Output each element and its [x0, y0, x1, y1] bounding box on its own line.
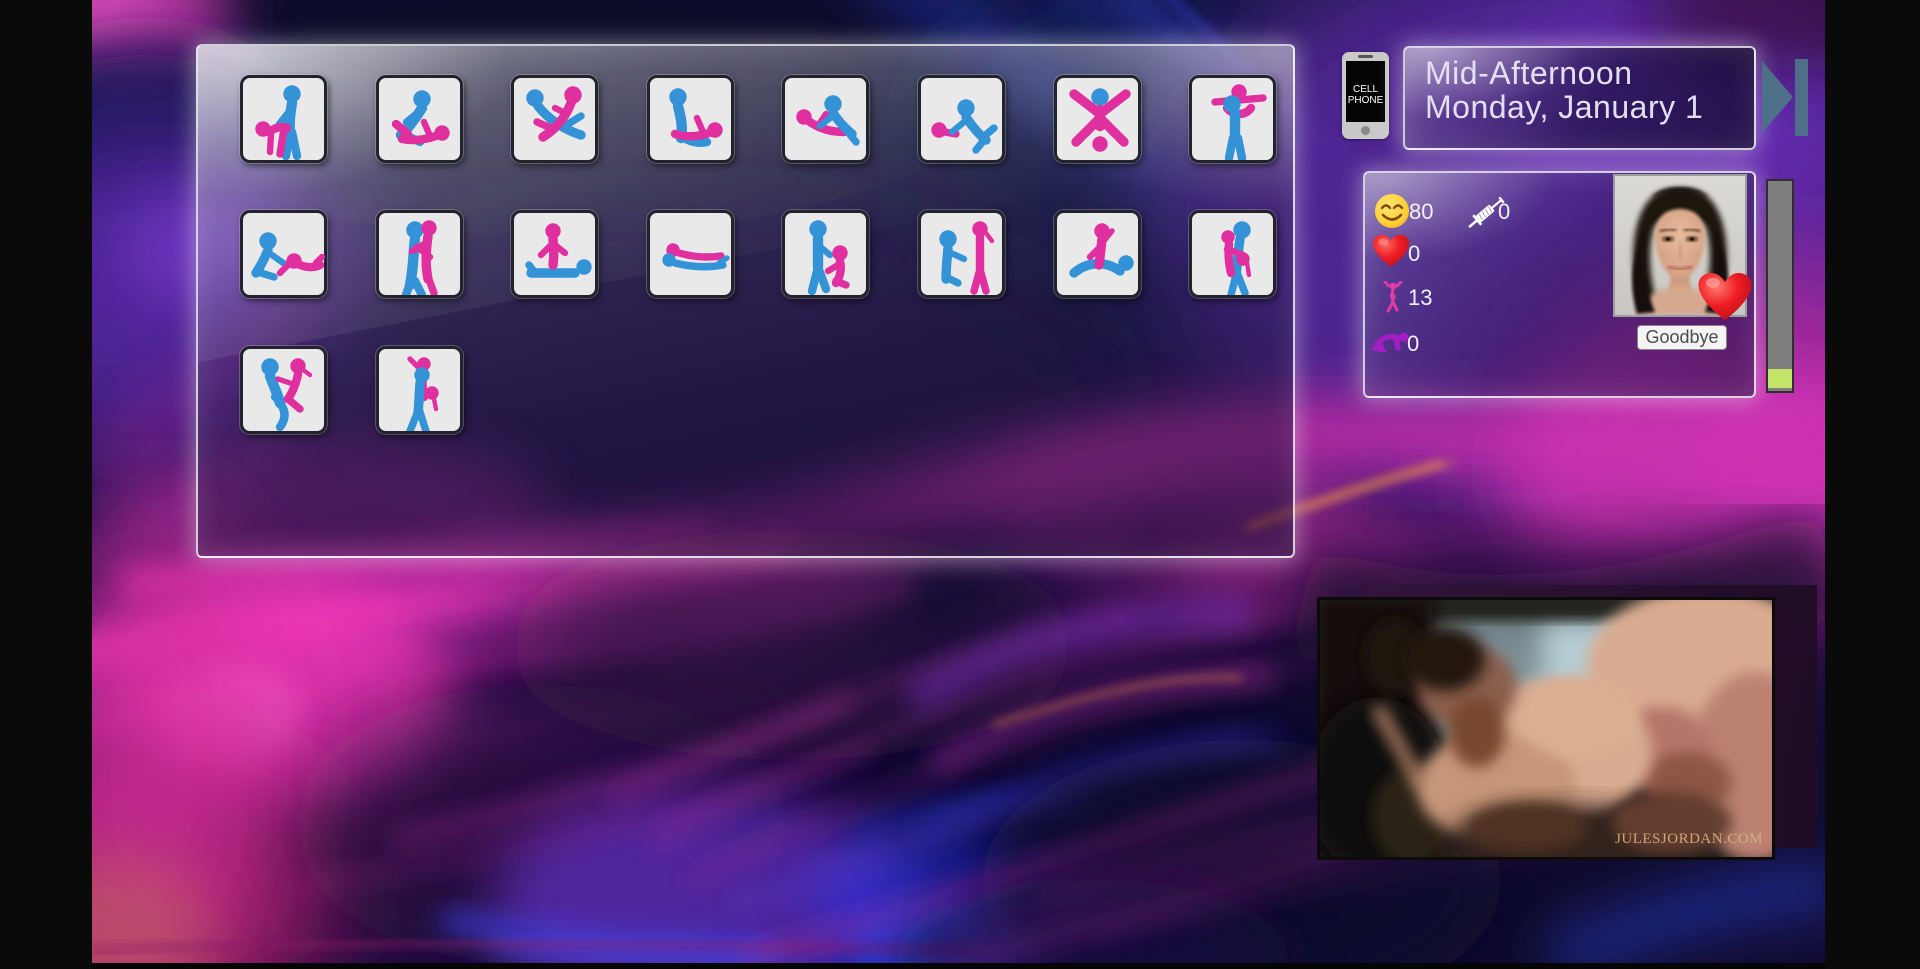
svg-text:JULESJORDAN.COM: JULESJORDAN.COM: [1615, 831, 1763, 847]
